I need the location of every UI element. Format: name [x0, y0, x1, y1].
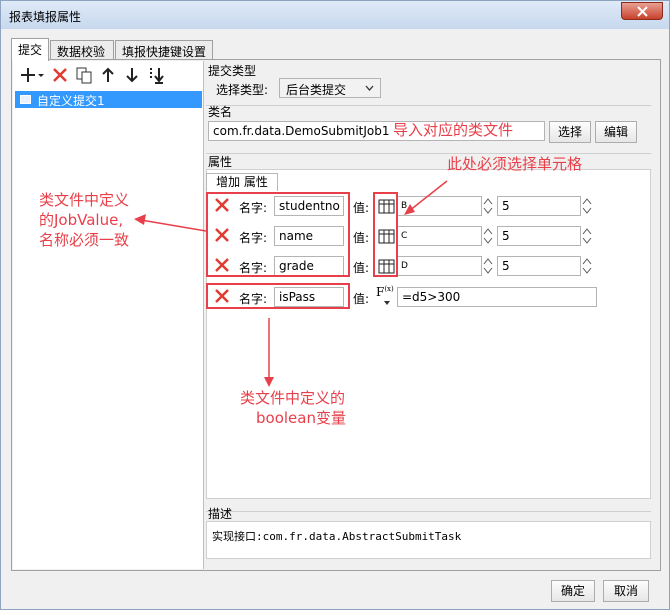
ok-button[interactable]: 确定 [551, 580, 595, 602]
annotation-select-cell: 此处必须选择单元格 [447, 155, 583, 173]
dialog-window: 报表填报属性 提交 数据校验 填报快捷键设置 自定义提交1 提交类型 选择类型:… [0, 0, 670, 610]
divider [206, 511, 651, 512]
cancel-button[interactable]: 取消 [603, 580, 649, 602]
annotation-job-value-line3: 名称必须一致 [39, 231, 130, 249]
annotation-boolean-line2: boolean变量 [256, 409, 346, 427]
annotation-import-class: 导入对应的类文件 [393, 121, 514, 139]
description-section-label: 描述 [208, 507, 233, 521]
annotation-job-value-line1: 类文件中定义 [39, 191, 130, 209]
annotation-job-value-line2: 的JobValue, [39, 211, 124, 229]
description-text: 实现接口:com.fr.data.AbstractSubmitTask [206, 521, 651, 559]
annotation-arrows [134, 180, 448, 387]
annotation-boolean-line1: 类文件中定义的 [240, 389, 346, 407]
tab-submit[interactable]: 提交 [11, 38, 49, 61]
